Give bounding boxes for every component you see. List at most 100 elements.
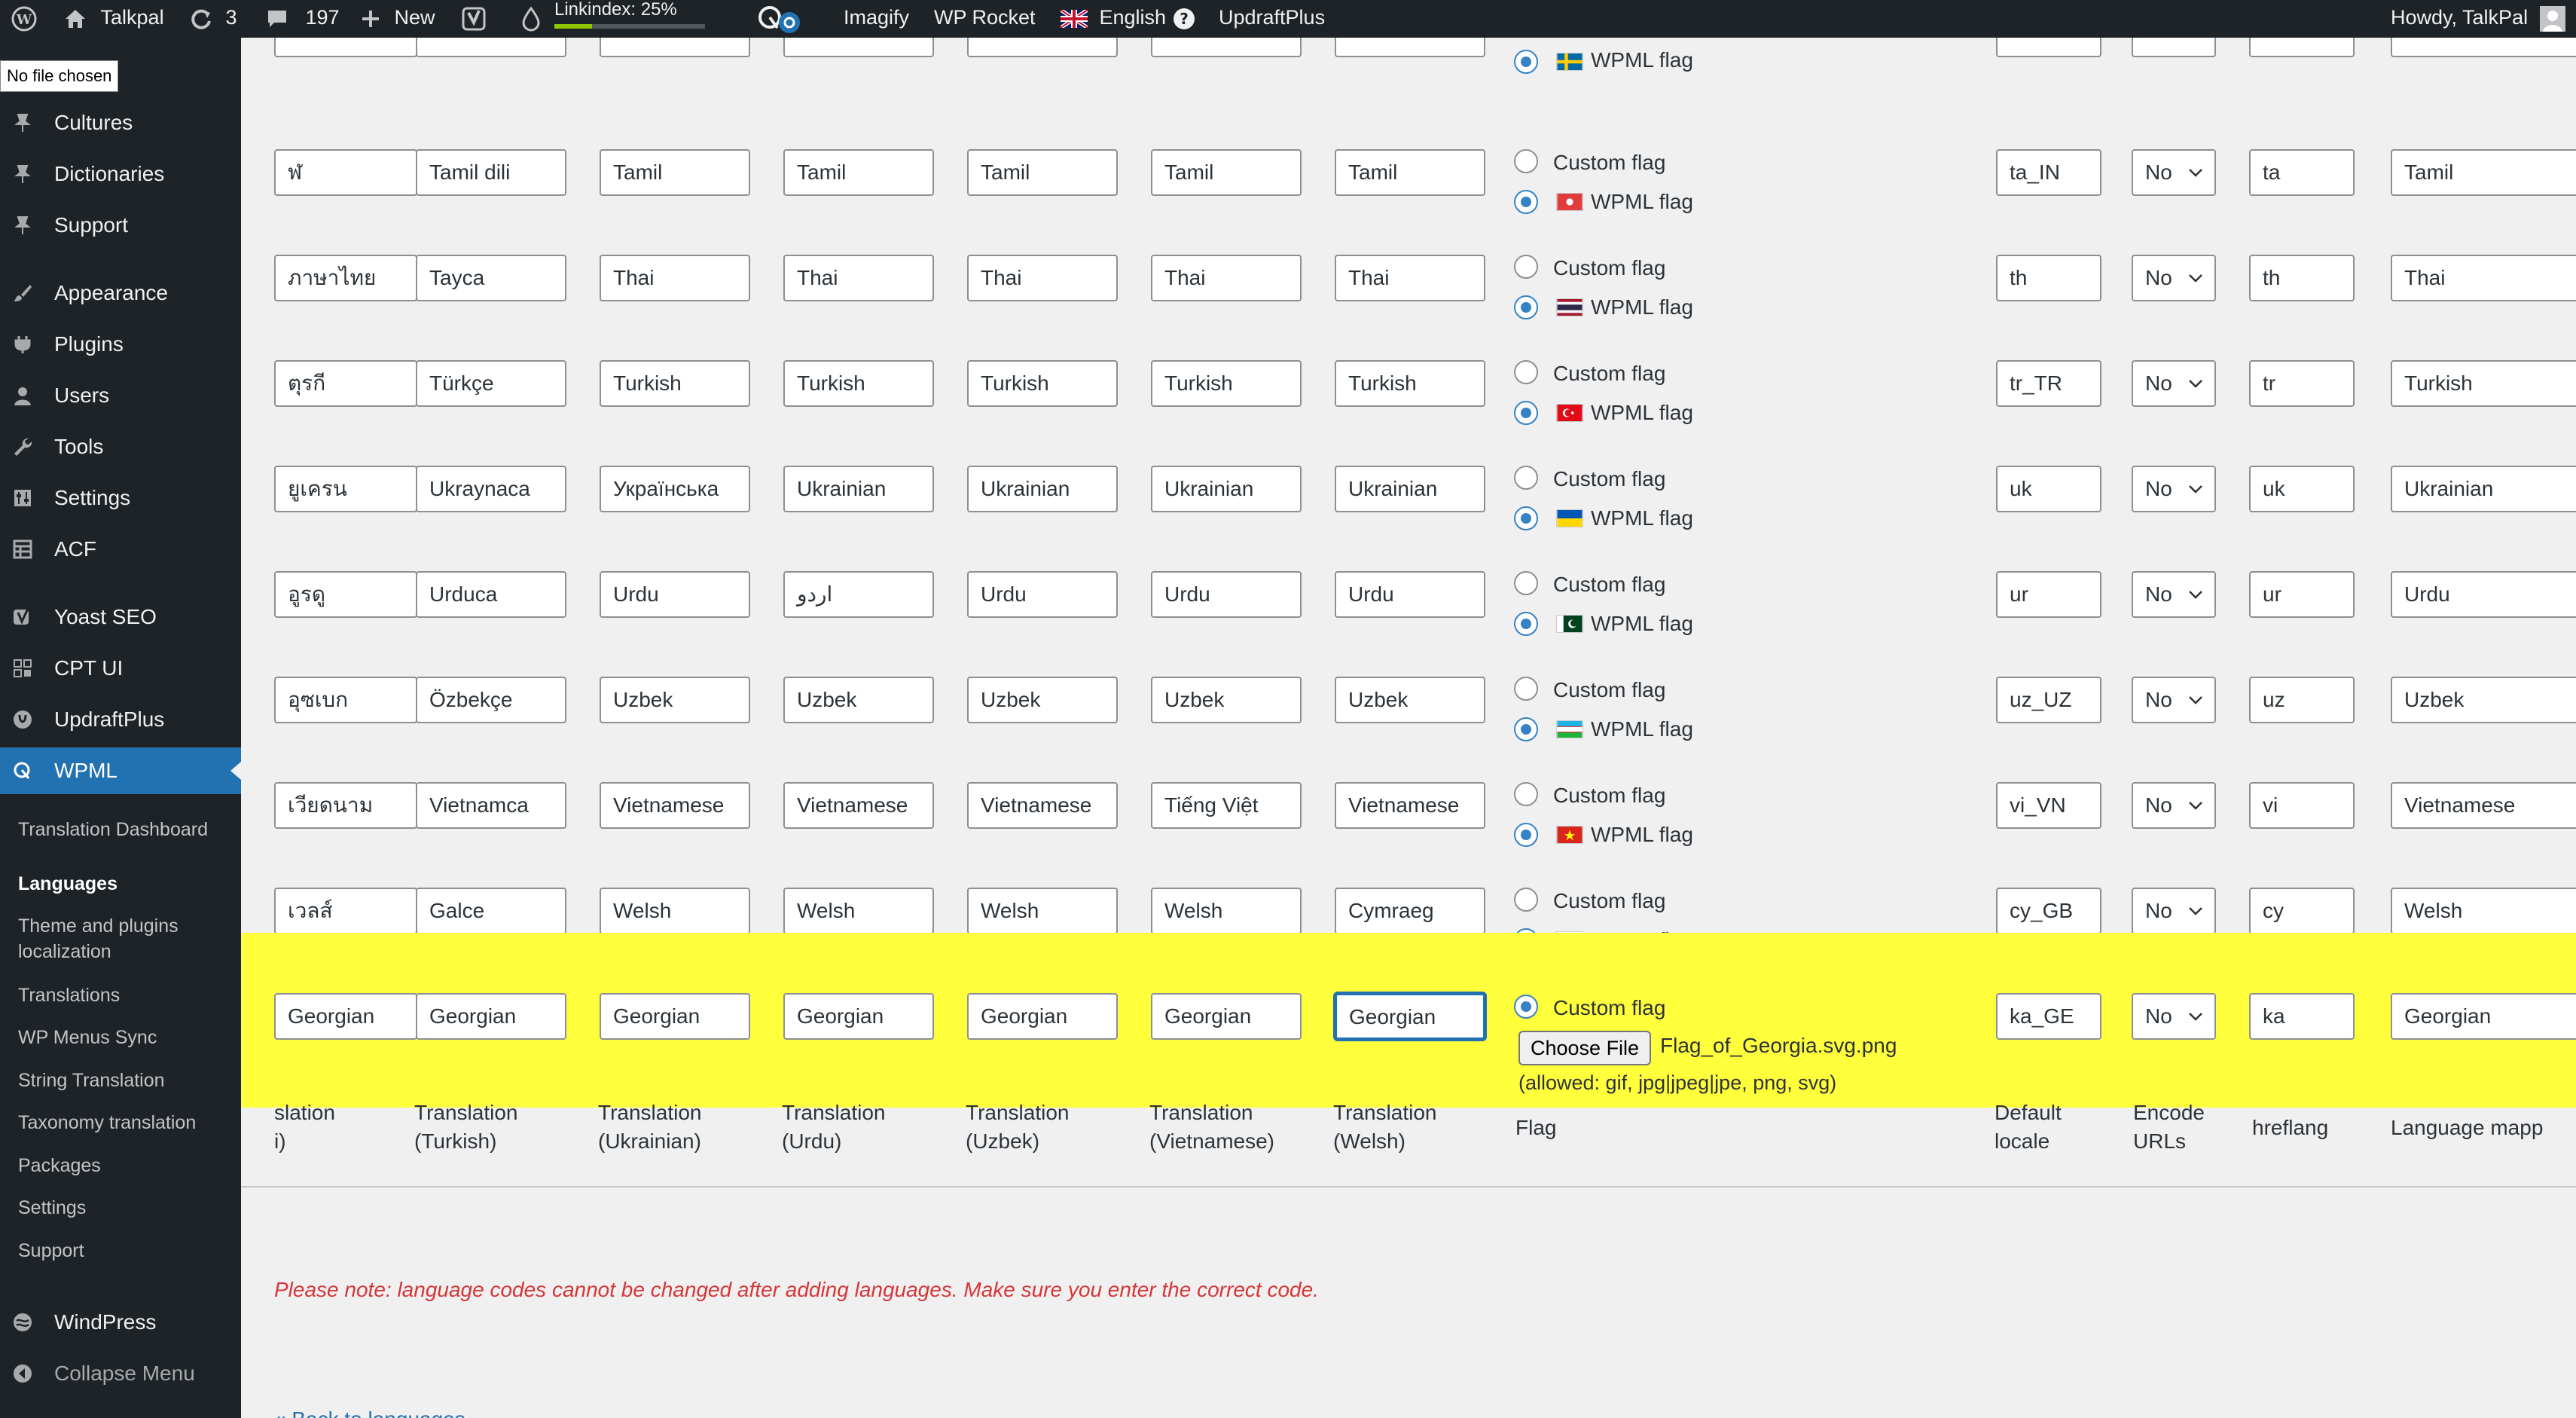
translation-field[interactable]: Georgian bbox=[967, 993, 1118, 1040]
translation-field[interactable]: Ukraynaca bbox=[416, 466, 566, 512]
hreflang-field[interactable]: uk bbox=[2249, 466, 2355, 512]
translation-field[interactable]: Uzbek bbox=[1151, 677, 1302, 723]
translation-field[interactable]: Thai bbox=[600, 255, 750, 301]
sidebar-item-users[interactable]: Users bbox=[0, 372, 241, 419]
submenu-packages[interactable]: Packages bbox=[18, 1153, 237, 1178]
default-locale-field[interactable]: uz_UZ bbox=[1996, 677, 2101, 723]
translation-field[interactable]: Uzbek bbox=[1335, 677, 1485, 723]
translation-field[interactable]: Turkish bbox=[1335, 360, 1485, 407]
text-field[interactable] bbox=[274, 38, 417, 57]
sidebar-item-wpml[interactable]: WPML bbox=[0, 747, 241, 794]
translation-field[interactable]: Özbekçe bbox=[416, 677, 566, 723]
wpml-flag-radio[interactable] bbox=[1514, 717, 1538, 741]
text-field[interactable] bbox=[1335, 38, 1485, 57]
submenu-translation-dashboard[interactable]: Translation Dashboard bbox=[18, 817, 237, 842]
sidebar-item-yoast-seo[interactable]: Yoast SEO bbox=[0, 594, 241, 640]
wpml-flag-radio[interactable] bbox=[1514, 401, 1538, 425]
translation-field[interactable]: Welsh bbox=[967, 888, 1118, 934]
howdy-account[interactable]: Howdy, TalkPal bbox=[2391, 0, 2565, 38]
text-field[interactable] bbox=[416, 38, 566, 57]
translation-field[interactable]: Ukrainian bbox=[1151, 466, 1302, 512]
default-locale-field[interactable]: vi_VN bbox=[1996, 782, 2101, 829]
default-locale-field[interactable]: th bbox=[1996, 255, 2101, 301]
translation-field[interactable]: Ukrainian bbox=[783, 466, 934, 512]
hreflang-field[interactable]: ka bbox=[2249, 993, 2355, 1040]
custom-flag-radio[interactable] bbox=[1514, 677, 1538, 701]
translation-field[interactable]: Tayca bbox=[416, 255, 566, 301]
translation-field[interactable]: اردو bbox=[783, 571, 934, 618]
translation-field[interactable]: เวียดนาม bbox=[274, 782, 417, 829]
wordpress-logo-icon[interactable]: W bbox=[11, 0, 38, 38]
submenu-taxonomy-translation[interactable]: Taxonomy translation bbox=[18, 1110, 237, 1135]
wpml-flag-radio[interactable] bbox=[1514, 190, 1538, 214]
encode-urls-select[interactable]: No bbox=[2132, 360, 2216, 407]
text-field[interactable] bbox=[1996, 38, 2101, 57]
translation-field[interactable]: Urdu bbox=[967, 571, 1118, 618]
language-mapping-field[interactable]: Georgian bbox=[2391, 993, 2576, 1040]
translation-field[interactable]: Ukrainian bbox=[1335, 466, 1485, 512]
wpml-admin-bar-icons[interactable] bbox=[753, 0, 806, 38]
sidebar-item-acf[interactable]: ACF bbox=[0, 526, 241, 573]
custom-flag-radio[interactable] bbox=[1514, 571, 1538, 595]
translation-field[interactable]: Thai bbox=[1335, 255, 1485, 301]
translation-field[interactable]: Vietnamese bbox=[600, 782, 750, 829]
text-field[interactable] bbox=[2391, 38, 2576, 57]
hreflang-field[interactable]: th bbox=[2249, 255, 2355, 301]
translation-field[interactable]: Thai bbox=[967, 255, 1118, 301]
translation-field[interactable]: Georgian bbox=[274, 993, 417, 1040]
hreflang-field[interactable]: ur bbox=[2249, 571, 2355, 618]
wpml-flag-radio[interactable] bbox=[1514, 823, 1538, 847]
translation-field[interactable]: Welsh bbox=[600, 888, 750, 934]
language-mapping-field[interactable]: Tamil bbox=[2391, 149, 2576, 196]
translation-field[interactable]: Welsh bbox=[783, 888, 934, 934]
encode-urls-select[interactable]: No bbox=[2132, 255, 2216, 301]
translation-field[interactable]: Vietnamese bbox=[1335, 782, 1485, 829]
wp-rocket-link[interactable]: WP Rocket bbox=[934, 0, 1036, 38]
language-mapping-field[interactable]: Turkish bbox=[2391, 360, 2576, 407]
translation-field[interactable]: Urdu bbox=[1335, 571, 1485, 618]
custom-flag-radio[interactable] bbox=[1514, 360, 1538, 384]
text-field[interactable] bbox=[600, 38, 750, 57]
translation-field[interactable]: Georgian bbox=[600, 993, 750, 1040]
hreflang-field[interactable]: uz bbox=[2249, 677, 2355, 723]
sidebar-item-tools[interactable]: Tools bbox=[0, 423, 241, 470]
translation-field[interactable]: Vietnamese bbox=[783, 782, 934, 829]
translation-field[interactable]: Turkish bbox=[600, 360, 750, 407]
custom-flag-radio[interactable] bbox=[1514, 149, 1538, 173]
translation-field[interactable]: Tamil dili bbox=[416, 149, 566, 196]
translation-field[interactable]: อูรดู bbox=[274, 571, 417, 618]
language-mapping-field[interactable]: Urdu bbox=[2391, 571, 2576, 618]
submenu-translations[interactable]: Translations bbox=[18, 983, 237, 1008]
back-to-languages-link[interactable]: « Back to languages bbox=[274, 1407, 465, 1418]
wpml-flag-radio[interactable] bbox=[1514, 295, 1538, 319]
sidebar-item-settings[interactable]: Settings bbox=[0, 475, 241, 521]
translation-field[interactable]: Turkish bbox=[783, 360, 934, 407]
comments-link[interactable]: 197 bbox=[265, 0, 340, 38]
custom-flag-radio[interactable] bbox=[1514, 995, 1538, 1019]
translation-field[interactable]: Georgian bbox=[416, 993, 566, 1040]
sidebar-item-windpress[interactable]: WindPress bbox=[0, 1299, 241, 1346]
translation-field[interactable]: Turkish bbox=[1151, 360, 1302, 407]
sidebar-item-support[interactable]: Support bbox=[0, 202, 241, 249]
sidebar-item-cultures[interactable]: Cultures bbox=[0, 99, 241, 146]
encode-urls-select[interactable]: No bbox=[2132, 782, 2216, 829]
translation-field[interactable]: ตุรกี bbox=[274, 360, 417, 407]
submenu-string-translation[interactable]: String Translation bbox=[18, 1068, 237, 1093]
translation-field[interactable]: Tiếng Việt bbox=[1151, 782, 1302, 829]
yoast-admin-bar-icon[interactable] bbox=[461, 0, 487, 38]
translation-field[interactable]: Georgian bbox=[1151, 993, 1302, 1040]
translation-field[interactable]: Türkçe bbox=[416, 360, 566, 407]
translation-field[interactable]: Urdu bbox=[1151, 571, 1302, 618]
submenu-languages[interactable]: Languages bbox=[18, 871, 237, 897]
translation-field[interactable]: Welsh bbox=[1151, 888, 1302, 934]
text-field[interactable] bbox=[2249, 38, 2355, 57]
translation-field[interactable]: Thai bbox=[783, 255, 934, 301]
translation-field[interactable]: Vietnamca bbox=[416, 782, 566, 829]
custom-flag-radio[interactable] bbox=[1514, 782, 1538, 806]
text-field[interactable] bbox=[783, 38, 934, 57]
default-locale-field[interactable]: ur bbox=[1996, 571, 2101, 618]
default-locale-field[interactable]: uk bbox=[1996, 466, 2101, 512]
translation-field[interactable]: Uzbek bbox=[600, 677, 750, 723]
encode-urls-select[interactable]: No bbox=[2132, 466, 2216, 512]
custom-flag-radio[interactable] bbox=[1514, 466, 1538, 490]
